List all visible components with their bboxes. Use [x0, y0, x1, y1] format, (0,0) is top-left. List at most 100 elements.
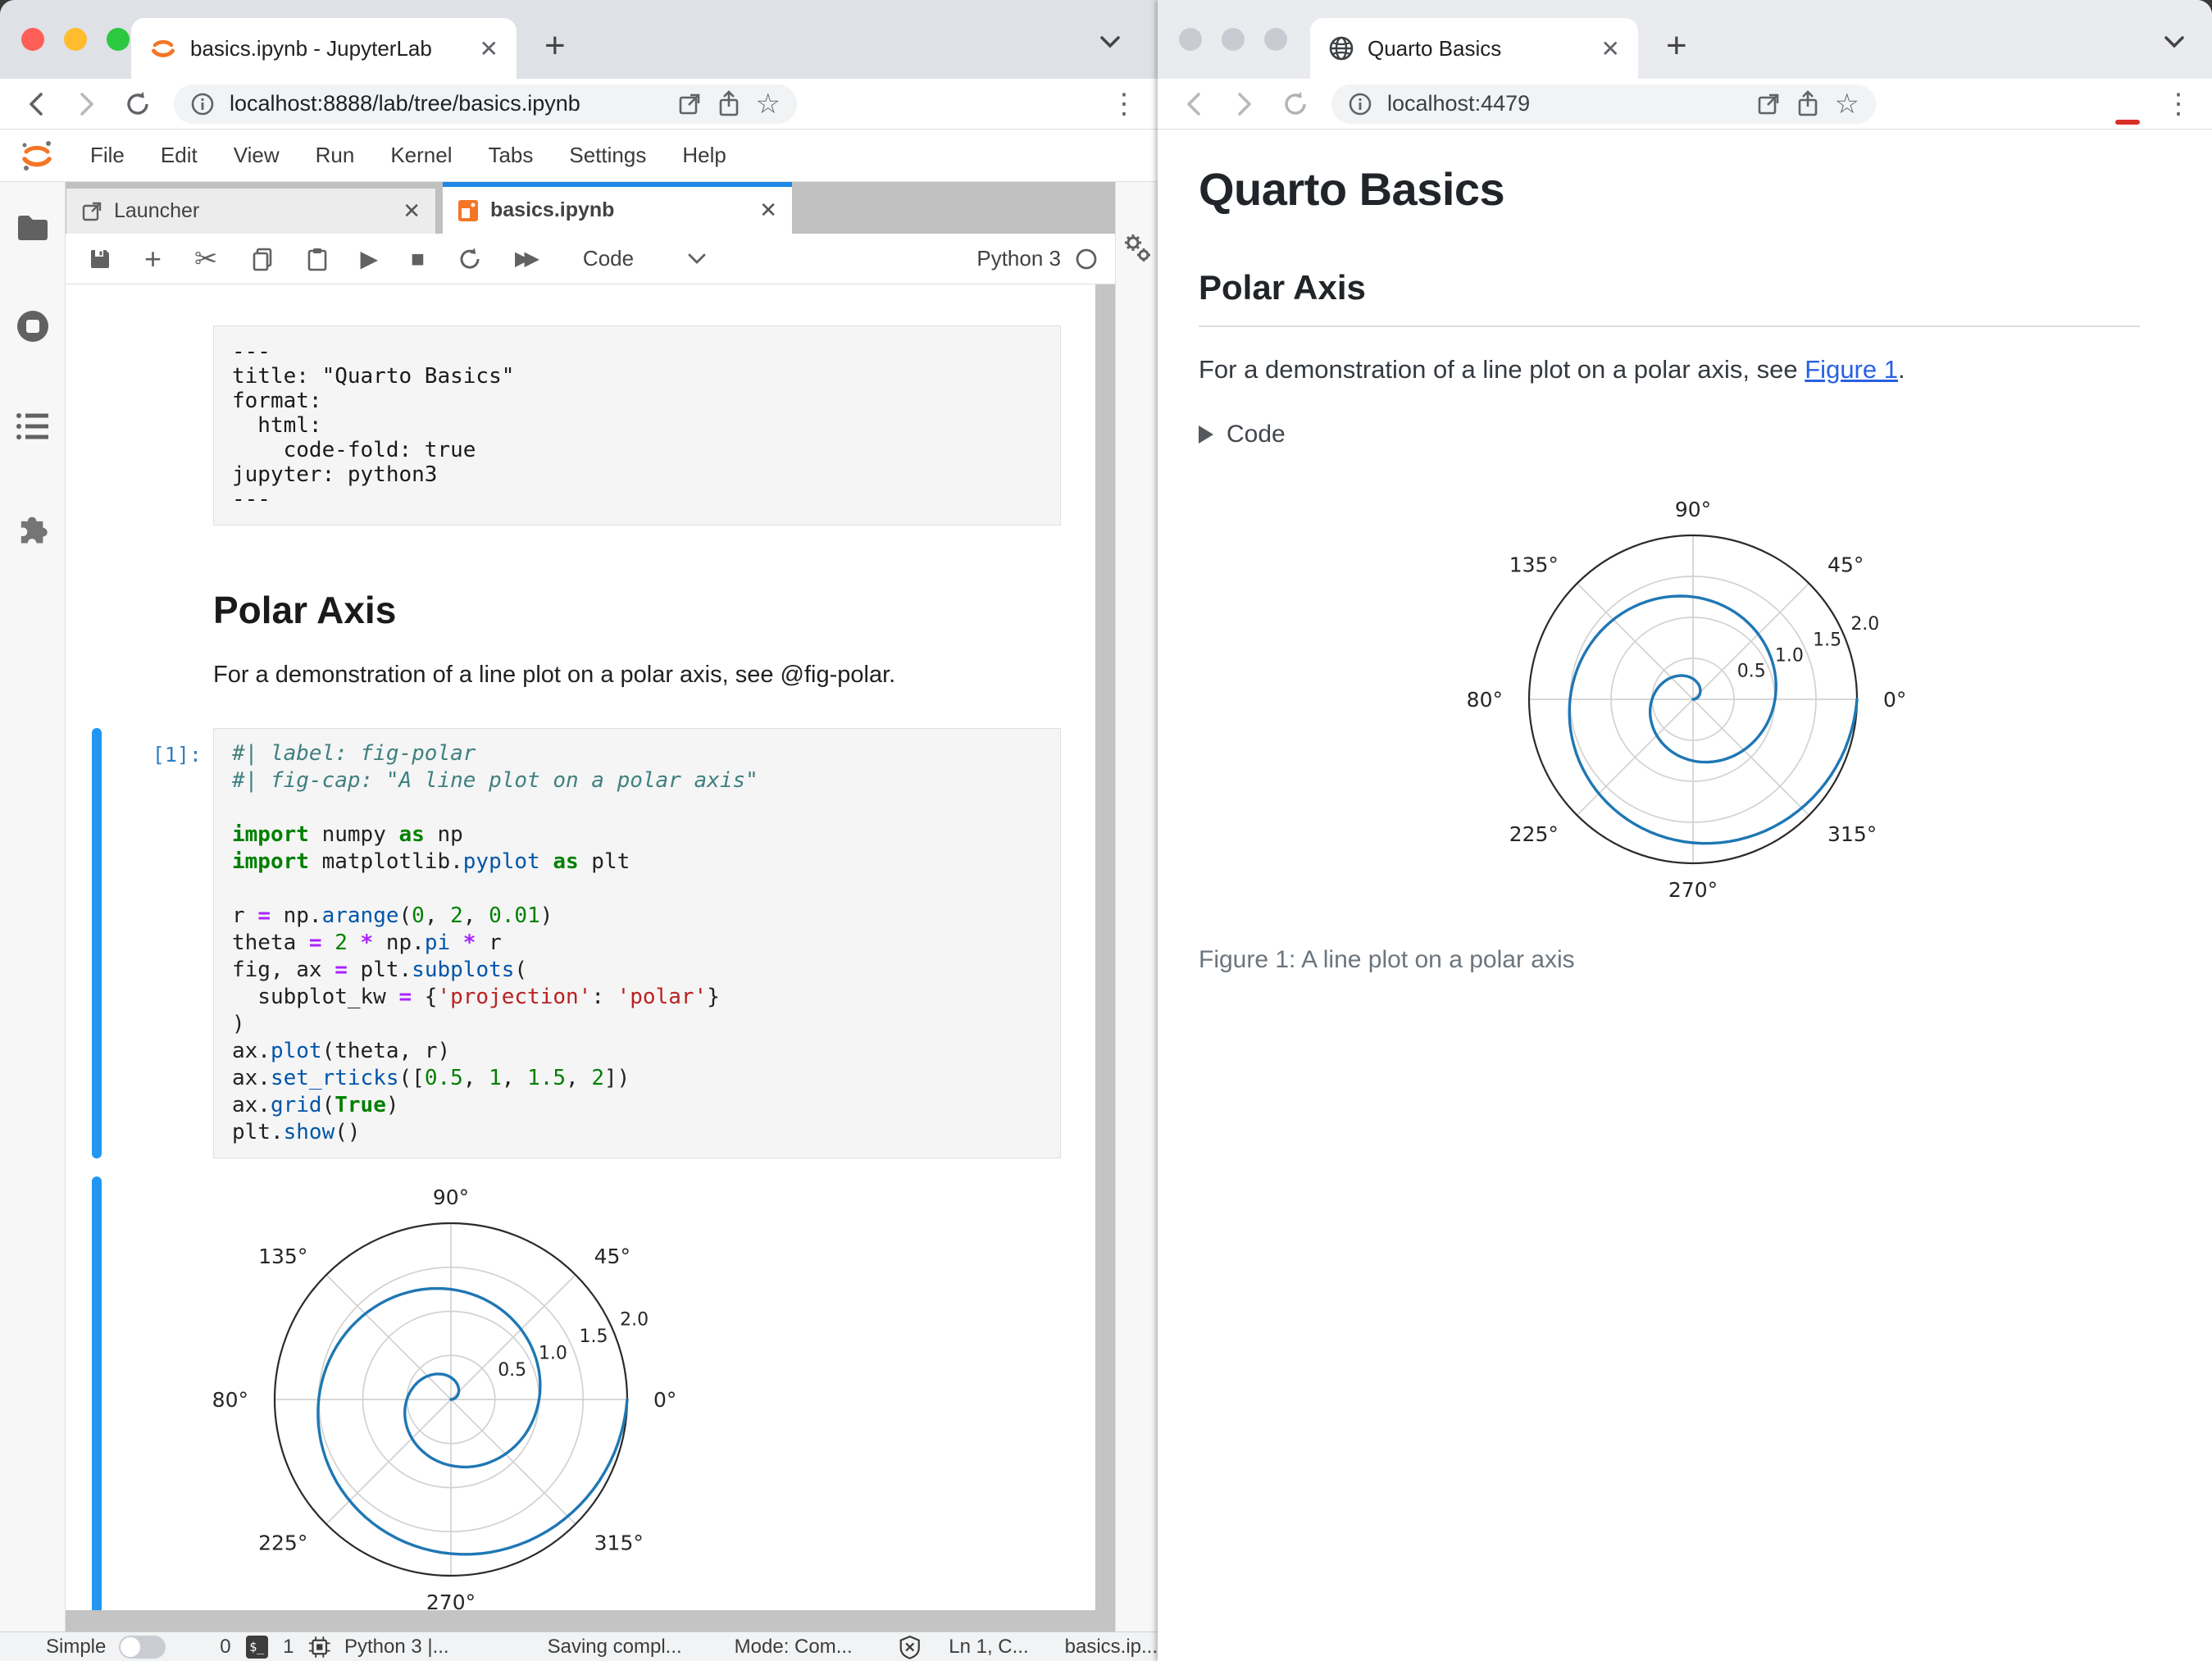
browser-tab[interactable]: basics.ipynb - JupyterLab ✕	[131, 18, 517, 79]
new-tab-button[interactable]: +	[544, 28, 566, 64]
copy-cells-icon[interactable]	[251, 247, 274, 271]
add-cell-icon[interactable]: +	[144, 242, 162, 276]
menu-item-file[interactable]: File	[90, 143, 125, 168]
close-window-button[interactable]	[1179, 28, 1202, 51]
file-browser-icon[interactable]	[16, 213, 50, 243]
horizontal-scrollbar[interactable]	[66, 1610, 1095, 1631]
markdown-paragraph-cell[interactable]: For a demonstration of a line plot on a …	[66, 662, 1115, 689]
back-icon[interactable]	[21, 89, 51, 119]
forward-icon[interactable]	[1230, 89, 1259, 119]
share-icon[interactable]	[717, 89, 741, 118]
tab-title: basics.ipynb - JupyterLab	[190, 35, 432, 61]
zoom-window-button[interactable]	[1264, 28, 1287, 51]
page-title: Quarto Basics	[1199, 163, 1505, 215]
code-cell-source[interactable]: #| label: fig-polar #| fig-cap: "A line p…	[213, 728, 1061, 1158]
running-kernels-icon[interactable]	[15, 308, 51, 344]
menu-item-help[interactable]: Help	[682, 143, 726, 168]
simple-mode-toggle[interactable]	[119, 1635, 166, 1659]
tab-title: Quarto Basics	[1368, 35, 1502, 61]
close-tab-icon[interactable]: ✕	[1601, 35, 1620, 62]
cut-cells-icon[interactable]: ✂	[194, 243, 218, 275]
menu-item-view[interactable]: View	[234, 143, 280, 168]
editor-mode[interactable]: Mode: Com...	[735, 1636, 853, 1659]
svg-text:270°: 270°	[1668, 878, 1718, 902]
code-cell[interactable]: [1]: #| label: fig-polar #| fig-cap: "A l…	[66, 728, 1115, 1158]
output-cell[interactable]: 0°45°90°135°180°225°270°315°0.51.01.52.0	[66, 1176, 1115, 1630]
svg-text:135°: 135°	[258, 1245, 307, 1268]
trust-shield-icon[interactable]	[899, 1634, 922, 1660]
menu-item-kernel[interactable]: Kernel	[390, 143, 452, 168]
tab-search-chevron-icon[interactable]	[1095, 33, 1125, 51]
kernels-count[interactable]: 1	[283, 1636, 294, 1659]
url-bar[interactable]: localhost:8888/lab/tree/basics.ipynb ☆	[174, 84, 797, 124]
cell-collapser[interactable]	[92, 325, 102, 526]
save-icon[interactable]	[89, 248, 112, 271]
code-disclosure[interactable]: Code	[1199, 421, 2140, 448]
tab-notebook[interactable]: basics.ipynb ✕	[443, 182, 792, 234]
tab-notebook-label: basics.ipynb	[490, 198, 615, 221]
browser-menu-icon[interactable]: ⋮	[2164, 88, 2192, 121]
extensions-icon[interactable]	[14, 508, 52, 546]
menu-item-run[interactable]: Run	[316, 143, 355, 168]
browser-tab[interactable]: Quarto Basics ✕	[1310, 18, 1638, 79]
menu-item-settings[interactable]: Settings	[569, 143, 646, 168]
url-text[interactable]: localhost:8888/lab/tree/basics.ipynb	[230, 91, 662, 116]
kernel-status-text[interactable]: Python 3 |...	[344, 1636, 449, 1659]
run-cell-icon[interactable]: ▶	[361, 245, 379, 272]
cell-type-chevron-icon[interactable]	[686, 253, 708, 266]
yaml-line: ---	[232, 339, 271, 364]
notebook-scroll-area[interactable]: --- title: "Quarto Basics" format: html: c…	[66, 284, 1115, 1631]
browser-menu-icon[interactable]: ⋮	[1110, 88, 1138, 121]
yaml-line: jupyter: python3	[232, 462, 438, 487]
minimize-window-button[interactable]	[64, 28, 87, 51]
close-notebook-tab-icon[interactable]: ✕	[759, 198, 777, 223]
close-window-button[interactable]	[21, 28, 44, 51]
svg-text:1.0: 1.0	[1775, 645, 1804, 666]
markdown-paragraph: For a demonstration of a line plot on a …	[213, 662, 896, 688]
bookmark-star-icon[interactable]: ☆	[1835, 88, 1859, 121]
site-info-icon[interactable]	[190, 92, 215, 116]
jupyterlab-browser-window: basics.ipynb - JupyterLab ✕ + localhost:…	[0, 0, 1158, 1661]
reload-icon[interactable]	[123, 89, 152, 119]
open-in-new-icon[interactable]	[1756, 92, 1781, 116]
figure-1-link[interactable]: Figure 1	[1805, 355, 1898, 384]
site-info-icon[interactable]	[1348, 92, 1372, 116]
window-controls[interactable]	[21, 28, 130, 51]
url-text[interactable]: localhost:4479	[1387, 91, 1741, 116]
bookmark-star-icon[interactable]: ☆	[756, 88, 781, 121]
reload-icon[interactable]	[1281, 89, 1310, 119]
share-icon[interactable]	[1796, 89, 1820, 118]
menu-item-tabs[interactable]: Tabs	[488, 143, 533, 168]
kernel-name[interactable]: Python 3	[976, 246, 1061, 271]
yaml-cell-source[interactable]: --- title: "Quarto Basics" format: html: c…	[213, 325, 1061, 526]
run-all-icon[interactable]: ▶▶	[515, 247, 539, 271]
open-in-new-icon[interactable]	[677, 92, 702, 116]
tab-launcher[interactable]: Launcher ✕	[66, 188, 436, 234]
restart-kernel-icon[interactable]	[457, 247, 482, 271]
minimize-window-button[interactable]	[1222, 28, 1245, 51]
cell-collapser[interactable]	[92, 728, 102, 1158]
new-tab-button[interactable]: +	[1666, 28, 1687, 64]
vertical-scrollbar[interactable]	[1095, 284, 1115, 1631]
yaml-cell[interactable]: --- title: "Quarto Basics" format: html: c…	[66, 325, 1115, 526]
property-inspector-gears-icon[interactable]	[1121, 231, 1154, 264]
tab-search-chevron-icon[interactable]	[2160, 33, 2189, 51]
back-icon[interactable]	[1179, 89, 1208, 119]
table-of-contents-icon[interactable]	[15, 410, 51, 443]
terminals-count[interactable]: 0	[220, 1636, 230, 1659]
kernel-status-icon[interactable]	[1074, 247, 1099, 271]
url-bar[interactable]: localhost:4479 ☆	[1331, 84, 1876, 124]
markdown-heading-cell[interactable]: Polar Axis	[66, 588, 1115, 632]
zoom-window-button[interactable]	[107, 28, 130, 51]
cell-type-dropdown[interactable]: Code	[583, 246, 634, 271]
menu-item-edit[interactable]: Edit	[161, 143, 198, 168]
forward-icon[interactable]	[72, 89, 102, 119]
close-tab-icon[interactable]: ✕	[480, 35, 498, 62]
close-launcher-tab-icon[interactable]: ✕	[403, 198, 421, 224]
paste-cells-icon[interactable]	[307, 247, 328, 271]
output-collapser[interactable]	[92, 1176, 102, 1630]
status-filename[interactable]: basics.ip...	[1065, 1636, 1158, 1659]
svg-text:135°: 135°	[1509, 553, 1559, 577]
stop-kernel-icon[interactable]: ■	[411, 246, 425, 272]
cursor-position[interactable]: Ln 1, C...	[949, 1636, 1028, 1659]
